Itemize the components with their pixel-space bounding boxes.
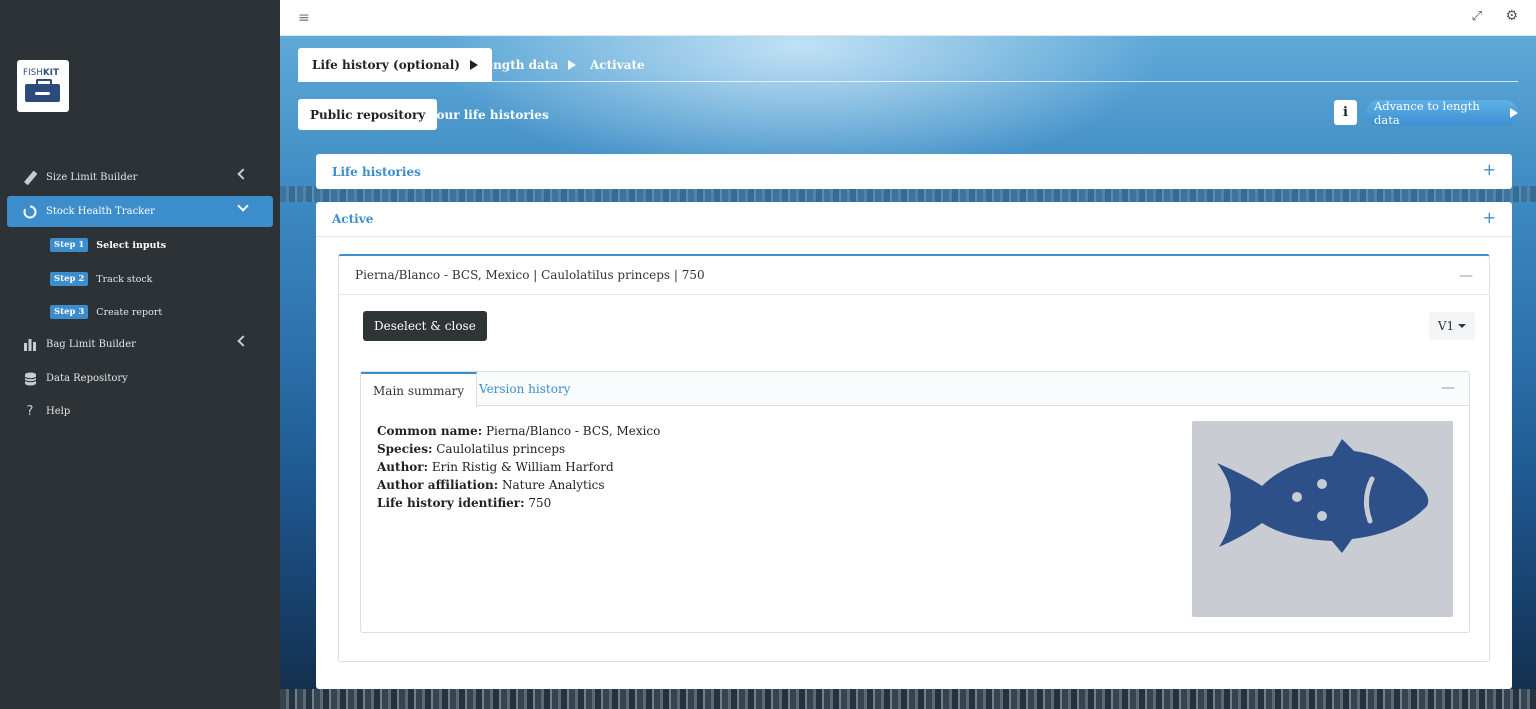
sidebar-item-bag-limit-builder[interactable]: Bag Limit Builder [7, 329, 273, 360]
step-label: Track stock [96, 273, 153, 285]
play-icon [568, 60, 577, 70]
summary-row-common-name: Common name: Pierna/Blanco - BCS, Mexico [377, 422, 660, 440]
panel-title: Active [332, 212, 374, 226]
toolbox-icon [25, 79, 60, 102]
minus-icon[interactable]: — [1459, 268, 1473, 284]
field-label: Common name: [377, 424, 483, 438]
summary-row-species: Species: Caulolatilus princeps [377, 440, 660, 458]
field-value: Erin Ristig & William Harford [431, 460, 614, 474]
ruler-icon [21, 170, 39, 185]
play-icon [1510, 108, 1518, 118]
sidebar-item-label: Bag Limit Builder [46, 339, 136, 350]
active-panel-body: Pierna/Blanco - BCS, Mexico | Caulolatil… [316, 237, 1512, 689]
fullscreen-icon[interactable]: ⤢ [1472, 9, 1482, 24]
field-label: Author: [377, 460, 429, 474]
sidebar: FISHKIT Size Limit Builder Stock Health … [0, 0, 280, 709]
field-label: Author affiliation: [377, 478, 499, 492]
life-history-card-header[interactable]: Pierna/Blanco - BCS, Mexico | Caulolatil… [339, 256, 1489, 295]
active-panel-header[interactable]: Active + [316, 202, 1512, 237]
summary-tabs: Main summary Version history — [361, 372, 1469, 407]
life-histories-panel-header[interactable]: Life histories + [316, 154, 1512, 189]
tab-label: Activate [590, 58, 645, 72]
panel-title: Life histories [332, 164, 421, 179]
database-icon [21, 372, 39, 386]
fishkit-logo[interactable]: FISHKIT [17, 60, 69, 112]
bar-chart-icon [21, 338, 39, 351]
field-label: Life history identifier: [377, 496, 525, 510]
sidebar-item-label: Stock Health Tracker [46, 206, 155, 217]
tab-life-history[interactable]: Life history (optional) [298, 48, 492, 82]
tab-length-data[interactable]: Length data [477, 48, 577, 82]
field-label: Species: [377, 442, 433, 456]
species-image [1192, 421, 1453, 617]
chevron-left-icon [237, 168, 249, 180]
sidebar-item-stock-health-tracker[interactable]: Stock Health Tracker [7, 196, 273, 227]
sidebar-item-label: Data Repository [46, 373, 128, 384]
top-bar: ≡ ⤢ ⚙ [280, 0, 1536, 36]
sidebar-step-3[interactable]: Step 3 Create report [50, 304, 162, 320]
tab-label: Life history (optional) [312, 58, 460, 72]
reef-background [280, 689, 1536, 709]
circle-notch-icon [21, 205, 39, 219]
question-icon: ? [26, 404, 34, 419]
tab-your-life-histories[interactable]: Your life histories [429, 99, 549, 130]
step-badge: Step 1 [50, 238, 89, 252]
caret-down-icon [1458, 324, 1467, 328]
sidebar-step-1[interactable]: Step 1 Select inputs [50, 237, 166, 253]
chevron-down-icon [237, 200, 249, 212]
tab-version-history[interactable]: Version history [467, 372, 582, 406]
workflow-tabs: Life history (optional) Length data Acti… [298, 48, 1518, 82]
field-value: Nature Analytics [501, 478, 605, 492]
fish-icon [1217, 439, 1429, 553]
deselect-close-button[interactable]: Deselect & close [363, 311, 487, 341]
step-badge: Step 3 [50, 305, 89, 319]
summary-row-identifier: Life history identifier: 750 [377, 494, 660, 512]
step-badge: Step 2 [50, 272, 89, 286]
sidebar-step-2[interactable]: Step 2 Track stock [50, 271, 152, 287]
tab-main-summary[interactable]: Main summary [361, 372, 478, 407]
sidebar-item-help[interactable]: ? Help [7, 396, 273, 427]
life-history-title: Pierna/Blanco - BCS, Mexico | Caulolatil… [355, 268, 705, 282]
sidebar-item-label: Help [46, 406, 71, 417]
sidebar-item-size-limit-builder[interactable]: Size Limit Builder [7, 162, 273, 193]
step-label: Create report [96, 306, 163, 318]
chevron-left-icon [237, 335, 249, 347]
summary-row-author: Author: Erin Ristig & William Harford [377, 458, 660, 476]
minus-icon[interactable]: — [1441, 380, 1455, 396]
sidebar-item-label: Size Limit Builder [46, 172, 138, 183]
advance-to-length-data-button[interactable]: Advance to length data [1366, 99, 1518, 127]
plus-icon[interactable]: + [1483, 160, 1496, 179]
tab-label: Length data [477, 58, 559, 72]
sidebar-item-data-repository[interactable]: Data Repository [7, 363, 273, 394]
button-label: Advance to length data [1374, 99, 1480, 127]
logo-text: FISHKIT [23, 68, 60, 78]
main-summary: Common name: Pierna/Blanco - BCS, Mexico… [377, 422, 660, 512]
version-value: V1 [1437, 319, 1455, 333]
hamburger-menu-icon[interactable]: ≡ [298, 10, 310, 26]
gear-icon[interactable]: ⚙ [1505, 8, 1518, 24]
plus-icon[interactable]: + [1483, 208, 1496, 227]
step-label: Select inputs [96, 239, 167, 251]
version-dropdown[interactable]: V1 [1429, 312, 1475, 340]
main-content: Life history (optional) Length data Acti… [280, 36, 1536, 709]
tab-public-repository[interactable]: Public repository [298, 99, 438, 130]
summary-box: Main summary Version history — Common na… [360, 371, 1470, 633]
field-value: Pierna/Blanco - BCS, Mexico [485, 424, 661, 438]
field-value: Caulolatilus princeps [436, 442, 566, 456]
summary-row-affiliation: Author affiliation: Nature Analytics [377, 476, 660, 494]
info-button[interactable]: i [1334, 100, 1357, 125]
tab-activate[interactable]: Activate [590, 48, 645, 82]
field-value: 750 [528, 496, 552, 510]
life-history-card: Pierna/Blanco - BCS, Mexico | Caulolatil… [338, 254, 1490, 662]
